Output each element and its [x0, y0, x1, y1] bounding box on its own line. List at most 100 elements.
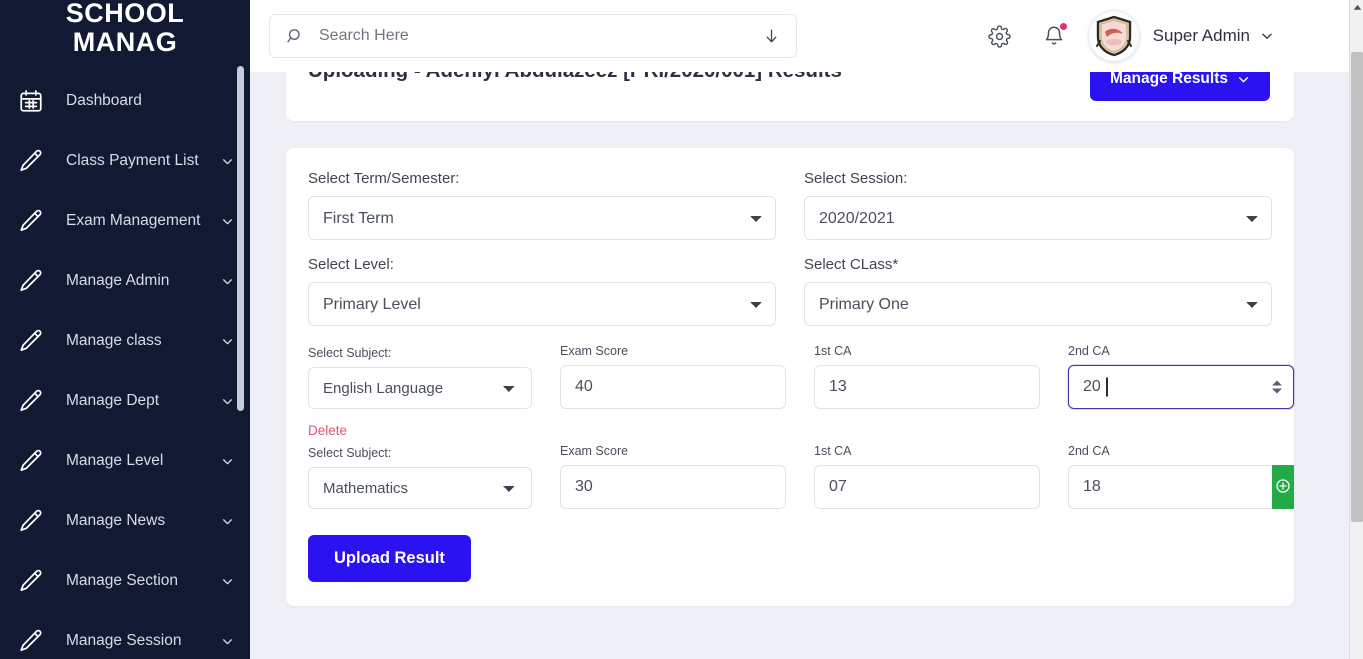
session-select[interactable]: 2020/2021 [804, 196, 1272, 240]
exam-score-field-group: Exam Score [560, 444, 786, 509]
add-subject-row-button[interactable] [1272, 465, 1294, 509]
subject-select[interactable]: Mathematics [308, 467, 532, 509]
exam-score-input[interactable] [560, 465, 786, 509]
notification-badge-dot [1059, 23, 1067, 30]
pencil-icon [14, 508, 48, 534]
pencil-icon [14, 268, 48, 294]
subject-row: Select Subject: Mathematics Exam Score 1… [308, 444, 1294, 509]
class-field-group: Select CLass* Primary One [804, 256, 1272, 326]
sidebar-nav: Dashboard Class Payment List Exam Manageme… [0, 71, 250, 659]
level-select[interactable]: Primary Level [308, 282, 776, 326]
subject-field-group: Select Subject: English Language [308, 346, 532, 409]
exam-score-label: Exam Score [560, 444, 629, 458]
stepper-down-icon[interactable] [1272, 388, 1282, 394]
sidebar-brand-title: DIGITAL SCHOOL MANAG [65, 0, 185, 57]
sidebar-item-label: Dashboard [66, 92, 142, 109]
chevron-down-icon[interactable] [220, 515, 234, 528]
chevron-down-icon[interactable] [220, 575, 234, 588]
chevron-down-icon[interactable] [220, 455, 234, 468]
term-select[interactable]: First Term [308, 196, 776, 240]
level-class-row: Select Level: Primary Level Select CLass… [308, 256, 1272, 326]
chevron-down-icon[interactable] [220, 275, 234, 288]
search-input[interactable] [319, 27, 763, 45]
sidebar: DIGITAL SCHOOL MANAG Dashboard Class Paym… [0, 0, 250, 659]
sidebar-item-exam-management[interactable]: Exam Management [0, 191, 250, 251]
sidebar-item-label: Manage Section [66, 572, 179, 589]
second-ca-field-group: 2nd CA [1068, 344, 1294, 409]
chevron-down-icon[interactable] [220, 215, 234, 228]
subject-field-group: Select Subject: Mathematics [308, 446, 532, 509]
chevron-down-icon[interactable] [220, 335, 234, 348]
second-ca-input-wrap [1068, 465, 1294, 509]
second-ca-label: 2nd CA [1068, 444, 1110, 458]
page-scrollbar-thumb[interactable] [1351, 52, 1363, 522]
exam-score-input[interactable] [560, 365, 786, 409]
sidebar-item-manage-news[interactable]: Manage News [0, 491, 250, 551]
sidebar-item-class-payment-list[interactable]: Class Payment List [0, 131, 250, 191]
result-upload-form: Select Term/Semester: First Term Select … [286, 148, 1294, 606]
first-ca-field-group: 1st CA [814, 444, 1040, 509]
page-scrollbar[interactable] [1349, 0, 1363, 659]
sidebar-item-manage-admin[interactable]: Manage Admin [0, 251, 250, 311]
first-ca-field-group: 1st CA [814, 344, 1040, 409]
github-corner-ribbon[interactable] [1271, 0, 1349, 78]
pencil-icon [14, 568, 48, 594]
sidebar-item-label: Manage Admin [66, 272, 170, 289]
bell-icon[interactable] [1035, 17, 1073, 55]
sidebar-item-label: Manage class [66, 332, 162, 349]
class-select[interactable]: Primary One [804, 282, 1272, 326]
sidebar-item-label: Manage Dept [66, 392, 160, 409]
second-ca-input-wrap [1068, 365, 1294, 409]
subject-row: Select Subject: English Language Exam Sc… [308, 344, 1294, 409]
sidebar-item-label: Manage News [66, 512, 166, 529]
gear-icon[interactable] [981, 17, 1019, 55]
term-field-group: Select Term/Semester: First Term [308, 170, 776, 240]
chevron-down-icon [1237, 73, 1250, 86]
search-box[interactable] [269, 14, 797, 58]
plus-circle-icon [1275, 478, 1291, 497]
sidebar-item-manage-session[interactable]: Manage Session [0, 611, 250, 659]
second-ca-input[interactable] [1068, 365, 1294, 409]
sidebar-item-dashboard[interactable]: Dashboard [0, 71, 250, 131]
sidebar-item-manage-section[interactable]: Manage Section [0, 551, 250, 611]
first-ca-input[interactable] [814, 365, 1040, 409]
sidebar-item-label: Class Payment List [66, 152, 199, 169]
second-ca-input[interactable] [1068, 465, 1294, 509]
pencil-icon [14, 628, 48, 654]
session-label: Select Session: [804, 170, 908, 187]
sidebar-item-label: Manage Session [66, 632, 182, 649]
pencil-icon [14, 328, 48, 354]
chevron-down-icon[interactable] [220, 635, 234, 648]
level-label: Select Level: [308, 256, 394, 273]
chevron-down-icon[interactable] [220, 155, 234, 168]
term-label: Select Term/Semester: [308, 170, 460, 187]
sidebar-scrollbar-thumb[interactable] [237, 66, 244, 411]
chevron-down-icon[interactable] [220, 395, 234, 408]
school-crest-avatar[interactable] [1088, 11, 1139, 61]
first-ca-label: 1st CA [814, 344, 852, 358]
sidebar-item-manage-class[interactable]: Manage class [0, 311, 250, 371]
subject-select[interactable]: English Language [308, 367, 532, 409]
manage-results-button[interactable]: Manage Results [1089, 72, 1270, 101]
upload-result-button[interactable]: Upload Result [308, 535, 471, 582]
pencil-icon [14, 448, 48, 474]
search-icon [286, 27, 305, 46]
stepper-up-icon[interactable] [1272, 380, 1282, 386]
pencil-icon [14, 388, 48, 414]
term-session-row: Select Term/Semester: First Term Select … [308, 170, 1272, 240]
exam-score-field-group: Exam Score [560, 344, 786, 409]
download-arrow-icon[interactable] [763, 27, 780, 46]
first-ca-input[interactable] [814, 465, 1040, 509]
exam-score-label: Exam Score [560, 344, 629, 358]
github-icon[interactable] [1307, 13, 1337, 48]
main-content: Uploading - Adeniyi Abdulazeez [PRI/2020… [250, 72, 1349, 659]
number-stepper[interactable] [1272, 380, 1282, 394]
sidebar-item-manage-dept[interactable]: Manage Dept [0, 371, 250, 431]
level-field-group: Select Level: Primary Level [308, 256, 776, 326]
delete-row-link[interactable]: Delete [308, 423, 347, 438]
scroll-up-arrow-icon[interactable] [1350, 0, 1363, 15]
sidebar-scrollbar[interactable] [237, 62, 244, 659]
sidebar-item-label: Manage Level [66, 452, 164, 469]
session-field-group: Select Session: 2020/2021 [804, 170, 1272, 240]
sidebar-item-manage-level[interactable]: Manage Level [0, 431, 250, 491]
